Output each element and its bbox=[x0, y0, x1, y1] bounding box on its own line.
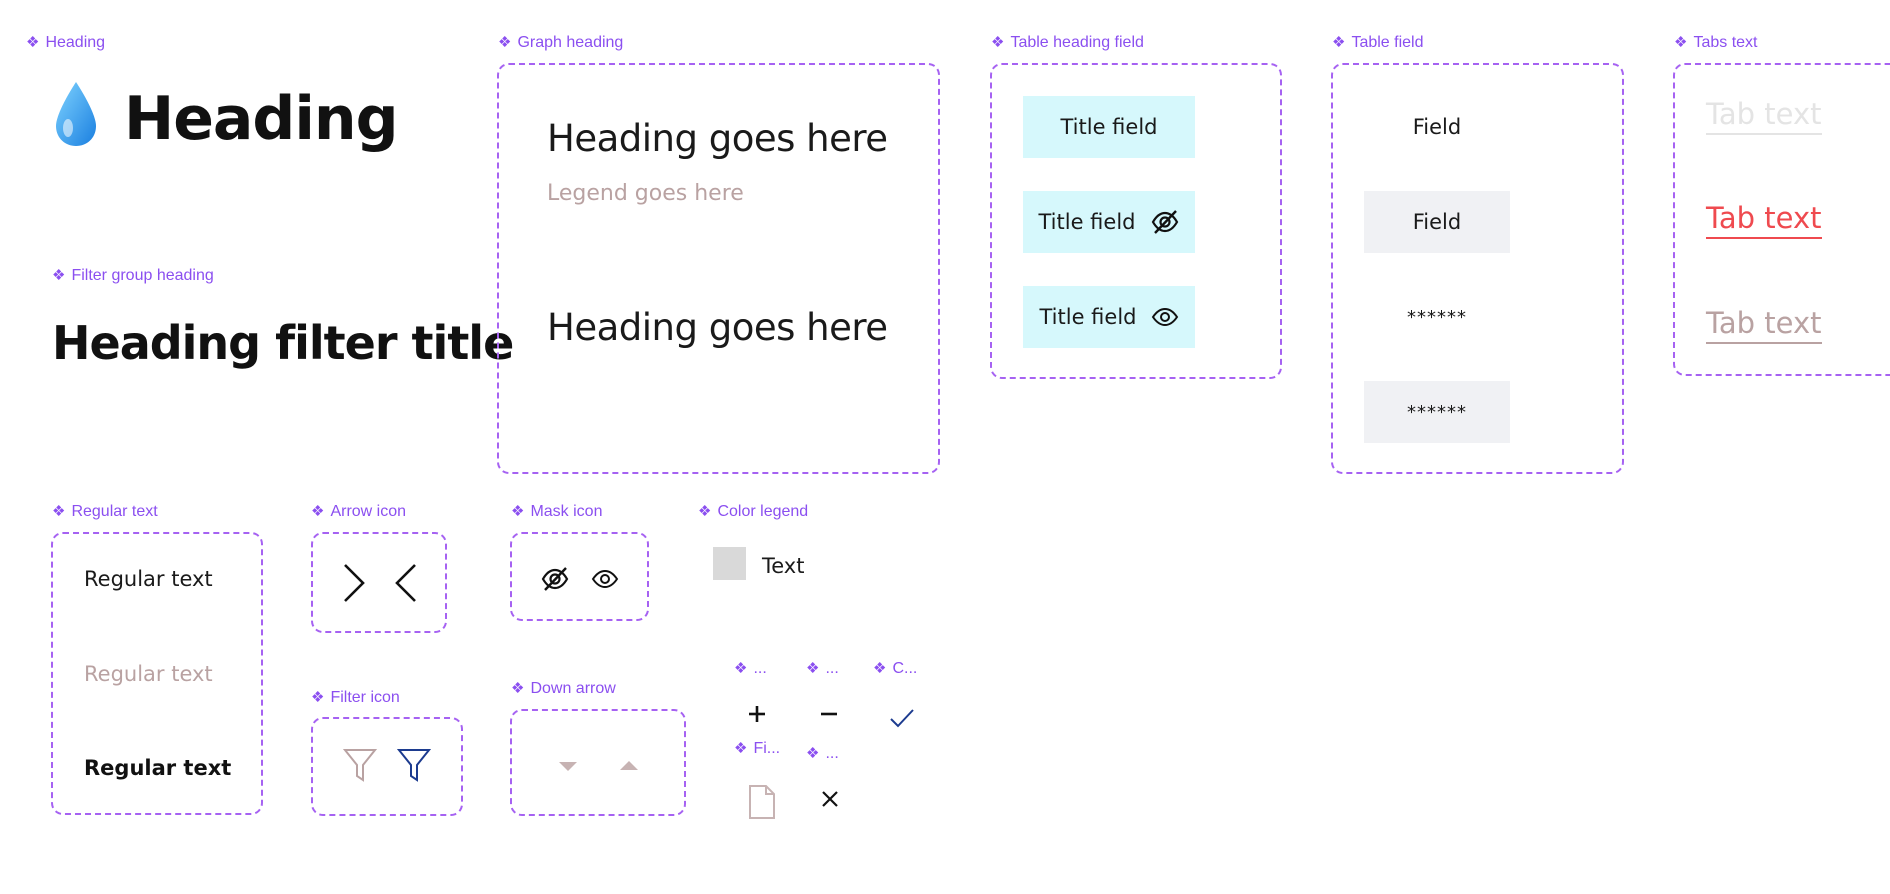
droplet-icon bbox=[50, 78, 102, 150]
eye-slash-icon[interactable] bbox=[540, 564, 570, 599]
table-field-frame: Field Field ****** ****** bbox=[1331, 63, 1624, 474]
regular-text-default: Regular text bbox=[84, 567, 213, 591]
check-icon[interactable] bbox=[889, 707, 915, 734]
down-arrow-frame bbox=[510, 709, 686, 816]
table-field-cell: Field bbox=[1412, 115, 1462, 139]
component-label-table-field: ❖ Table field bbox=[1332, 34, 1424, 51]
component-label-close: ❖... bbox=[806, 745, 839, 762]
component-label-file: ❖ Fi... bbox=[734, 740, 781, 757]
component-label-check: ❖ C... bbox=[873, 660, 918, 677]
component-label-tabs-text: ❖ Tabs text bbox=[1674, 34, 1758, 51]
heading-filter-title: Heading filter title bbox=[52, 316, 514, 370]
graph-heading-2: Heading goes here bbox=[547, 306, 888, 349]
graph-heading-1: Heading goes here bbox=[547, 117, 888, 160]
tabs-text-frame: Tab text Tab text Tab text bbox=[1673, 63, 1890, 376]
table-field-cell-grey: Field bbox=[1364, 191, 1510, 253]
minus-icon[interactable] bbox=[819, 704, 839, 729]
component-label-down-arrow: ❖ Down arrow bbox=[511, 680, 616, 697]
table-field-cell-password-grey: ****** bbox=[1364, 381, 1510, 443]
close-icon[interactable] bbox=[821, 790, 839, 813]
file-icon[interactable] bbox=[748, 784, 776, 825]
table-heading-cell[interactable]: Title field bbox=[1023, 96, 1195, 158]
regular-text-frame: Regular text Regular text Regular text bbox=[51, 532, 263, 815]
plus-icon[interactable] bbox=[747, 704, 767, 729]
component-label-arrow-icon: ❖ Arrow icon bbox=[311, 503, 407, 520]
table-field-cell-password: ****** bbox=[1407, 306, 1467, 328]
component-label-mask-icon: ❖ Mask icon bbox=[511, 503, 603, 520]
mask-icon-frame bbox=[510, 532, 649, 621]
caret-up-icon[interactable] bbox=[620, 758, 638, 776]
component-label-regular-text: ❖ Regular text bbox=[52, 503, 158, 520]
table-heading-field-frame: Title field Title field Title field bbox=[990, 63, 1282, 379]
regular-text-bold: Regular text bbox=[84, 756, 232, 780]
component-label-filter-group-heading: ❖ Filter group heading bbox=[52, 267, 214, 284]
heading-text: Heading bbox=[124, 84, 399, 154]
component-label-table-heading-field: ❖ Table heading field bbox=[991, 34, 1144, 51]
component-label-graph-heading: ❖ Graph heading bbox=[498, 34, 624, 51]
eye-icon[interactable] bbox=[1151, 307, 1179, 327]
tab-disabled[interactable]: Tab text bbox=[1706, 97, 1822, 135]
component-label-color-legend: ❖ Color legend bbox=[698, 503, 809, 520]
component-label-filter-icon: ❖ Filter icon bbox=[311, 689, 400, 706]
table-heading-cell-masked[interactable]: Title field bbox=[1023, 191, 1195, 253]
tab-active[interactable]: Tab text bbox=[1706, 201, 1822, 239]
color-legend-swatch bbox=[713, 547, 746, 580]
component-label-plus: ❖... bbox=[734, 660, 767, 677]
graph-legend: Legend goes here bbox=[547, 181, 744, 206]
color-legend-text: Text bbox=[762, 554, 805, 578]
chevron-right-icon[interactable] bbox=[341, 562, 367, 609]
eye-slash-icon[interactable] bbox=[1150, 207, 1180, 237]
tab-inactive[interactable]: Tab text bbox=[1706, 306, 1822, 344]
arrow-icon-frame bbox=[311, 532, 447, 633]
chevron-left-icon[interactable] bbox=[393, 562, 419, 609]
caret-down-icon[interactable] bbox=[559, 759, 577, 777]
regular-text-muted: Regular text bbox=[84, 662, 213, 686]
filter-icon-frame bbox=[311, 717, 463, 816]
filter-icon-muted[interactable] bbox=[342, 747, 378, 788]
eye-icon[interactable] bbox=[591, 569, 619, 594]
graph-heading-frame: Heading goes here Legend goes here Headi… bbox=[497, 63, 940, 474]
table-heading-cell-visible[interactable]: Title field bbox=[1023, 286, 1195, 348]
filter-icon-active[interactable] bbox=[396, 747, 432, 788]
component-label-heading: ❖ Heading bbox=[26, 34, 106, 51]
component-label-minus: ❖... bbox=[806, 660, 839, 677]
